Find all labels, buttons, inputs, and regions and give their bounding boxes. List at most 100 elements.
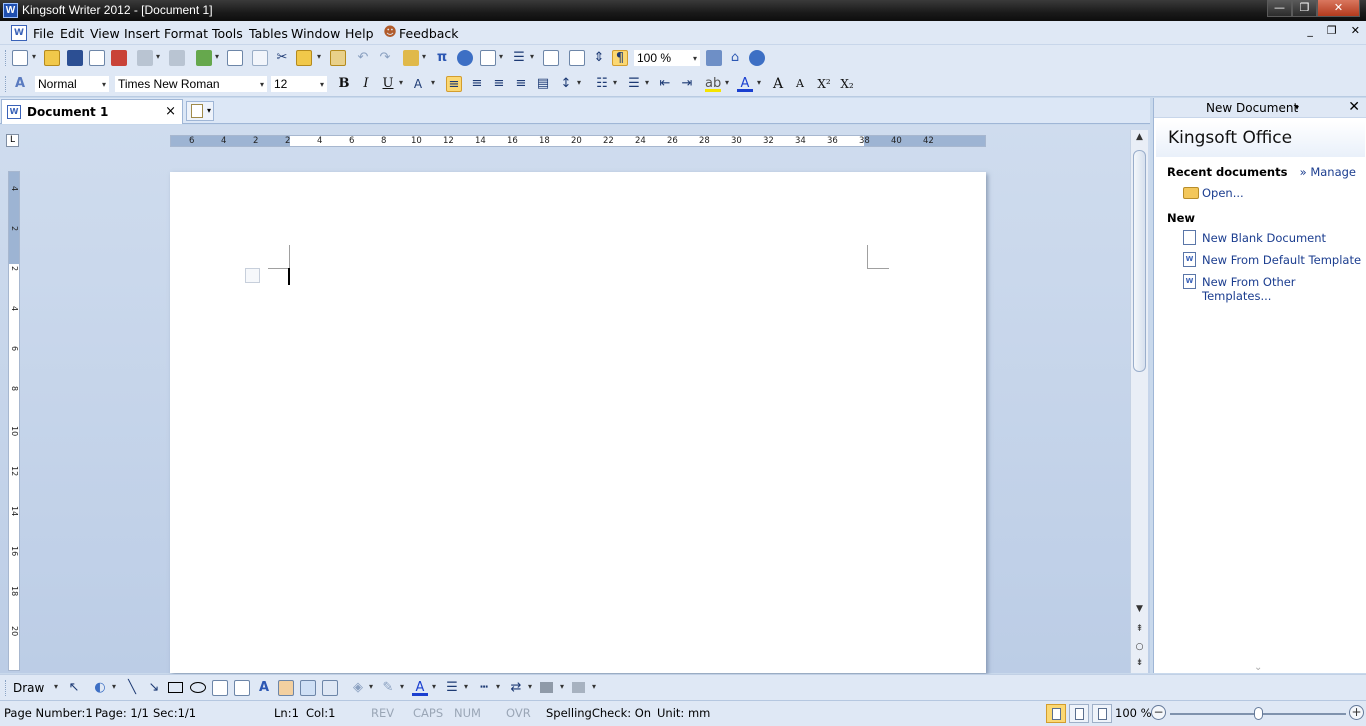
font-combo[interactable]: Times New Roman ▾ [114,75,268,93]
new-from-other-templates-link[interactable]: New From Other Templates... [1202,275,1366,303]
chevron-down-icon[interactable]: ▾ [592,682,596,691]
chevron-down-icon[interactable]: ▾ [112,682,116,691]
new-doc-icon[interactable] [12,50,28,66]
menu-feedback[interactable]: Feedback [399,26,459,41]
status-unit[interactable]: Unit: mm [657,706,710,720]
columns-icon[interactable]: ☰ [511,50,527,66]
zoom-out-button[interactable]: − [1151,705,1166,720]
decrease-indent-icon[interactable]: ⇤ [657,76,673,92]
open-link[interactable]: Open... [1202,186,1244,200]
chevron-down-icon[interactable]: ▾ [369,682,373,691]
manage-link[interactable]: » Manage [1300,165,1356,179]
outline-view-button[interactable] [1069,704,1089,723]
distribute-icon[interactable]: ▤ [535,76,551,92]
chevron-down-icon[interactable]: ▾ [400,682,404,691]
copy-icon[interactable] [252,50,268,66]
menu-format[interactable]: Format [164,26,208,41]
menu-file[interactable]: File [33,26,54,41]
zoom-slider-thumb[interactable] [1254,707,1263,720]
undo-icon[interactable]: ↶ [355,50,371,66]
close-icon[interactable]: ✕ [1348,99,1360,115]
chevron-down-icon[interactable]: ▾ [156,52,160,61]
menu-window[interactable]: Window [291,26,340,41]
autoshapes-icon[interactable]: ◐ [92,680,108,696]
status-rev[interactable]: REV [371,706,394,720]
status-spelling[interactable]: SpellingCheck: On [546,706,651,720]
menu-edit[interactable]: Edit [60,26,84,41]
menu-help[interactable]: Help [345,26,374,41]
style-combo[interactable]: Normal ▾ [34,75,110,93]
chevron-down-icon[interactable]: ▾ [725,78,729,87]
globe-icon[interactable] [457,50,473,66]
scroll-thumb[interactable] [1133,150,1146,372]
rectangle-icon[interactable] [168,682,183,693]
cut-icon[interactable]: ✂ [274,50,290,66]
superscript-button[interactable]: X² [813,76,835,92]
scroll-up-icon[interactable]: ▲ [1133,132,1146,146]
char-spacing-icon[interactable]: A [410,76,426,92]
document-page[interactable] [170,172,986,673]
chevron-down-icon[interactable]: ▾ [32,52,36,61]
toolbar-grip[interactable] [5,50,8,66]
chart-icon[interactable] [543,50,559,66]
numbered-list-icon[interactable]: ☷ [594,76,610,92]
pi-symbol-icon[interactable]: π [434,50,450,66]
help-icon[interactable] [749,50,765,66]
paragraph-spacing-icon[interactable]: ⇕ [591,50,607,66]
vertical-ruler[interactable]: 4 2 2 4 6 8 10 12 14 16 18 20 [8,171,20,671]
grow-font-button[interactable]: A [769,76,787,92]
font-color-icon[interactable]: A [737,76,753,92]
insert-table-icon[interactable] [403,50,419,66]
oval-icon[interactable] [190,682,206,693]
page-view-button[interactable] [1046,704,1066,723]
new-from-default-template-link[interactable]: New From Default Template [1202,253,1361,267]
redo-icon[interactable]: ↷ [377,50,393,66]
chevron-down-icon[interactable]: ▾ [499,52,503,61]
new-tab-button[interactable]: ▾ [186,101,214,121]
scroll-down-icon[interactable]: ▼ [1133,604,1146,618]
line-spacing-icon[interactable]: ↕ [558,76,574,92]
3d-style-icon[interactable] [572,682,585,693]
open-folder-icon[interactable] [44,50,60,66]
chevron-down-icon[interactable]: ▾ [530,52,534,61]
close-button[interactable]: ✕ [1317,0,1360,17]
subscript-button[interactable]: X₂ [836,76,858,92]
chevron-down-icon[interactable]: ▾ [577,78,581,87]
tab-document-1[interactable]: W Document 1 × [1,99,183,124]
doc-restore-button[interactable]: ❐ [1327,24,1337,37]
menu-tables[interactable]: Tables [249,26,288,41]
status-ovr[interactable]: OVR [506,706,531,720]
chevron-down-icon[interactable]: ▾ [215,52,219,61]
chevron-down-icon[interactable]: ▾ [464,682,468,691]
font-color-icon[interactable]: A [412,680,428,696]
styles-icon[interactable]: A [12,76,28,92]
paste-icon[interactable] [296,50,312,66]
picture-icon[interactable] [300,680,316,696]
toolbar-grip[interactable] [5,76,8,92]
email-icon[interactable] [89,50,105,66]
previous-page-icon[interactable]: ⇞ [1133,624,1146,638]
align-center-icon[interactable]: ≡ [469,76,485,92]
font-size-combo[interactable]: 12 ▾ [270,75,328,93]
chevron-down-icon[interactable]: ⌄ [1254,662,1262,673]
format-painter-icon[interactable] [330,50,346,66]
horizontal-ruler[interactable]: 6 4 2 2 4 6 8 10 12 14 16 18 20 22 24 26 28 30 32 34 36 38 40 4… [170,135,986,147]
underline-button[interactable]: U [379,76,397,92]
task-pane-title[interactable]: New Document [1206,101,1298,115]
next-page-icon[interactable]: ⇟ [1133,658,1146,672]
chevron-down-icon[interactable]: ▾ [317,52,321,61]
table-grid-icon[interactable] [480,50,496,66]
increase-indent-icon[interactable]: ⇥ [679,76,695,92]
line-icon[interactable]: ╲ [124,680,140,696]
pdf-export-icon[interactable] [111,50,127,66]
zoom-in-button[interactable]: + [1349,705,1364,720]
chevron-down-icon[interactable]: ▾ [54,682,58,691]
minimize-button[interactable]: — [1267,0,1292,17]
close-icon[interactable]: × [165,104,176,119]
chevron-down-icon[interactable]: ▾ [1295,103,1299,112]
doc-close-button[interactable]: ✕ [1351,24,1360,37]
wordart-icon[interactable]: A [256,680,272,696]
menu-view[interactable]: View [90,26,120,41]
select-pointer-icon[interactable]: ↖ [66,680,82,696]
shrink-font-button[interactable]: A [791,76,809,92]
